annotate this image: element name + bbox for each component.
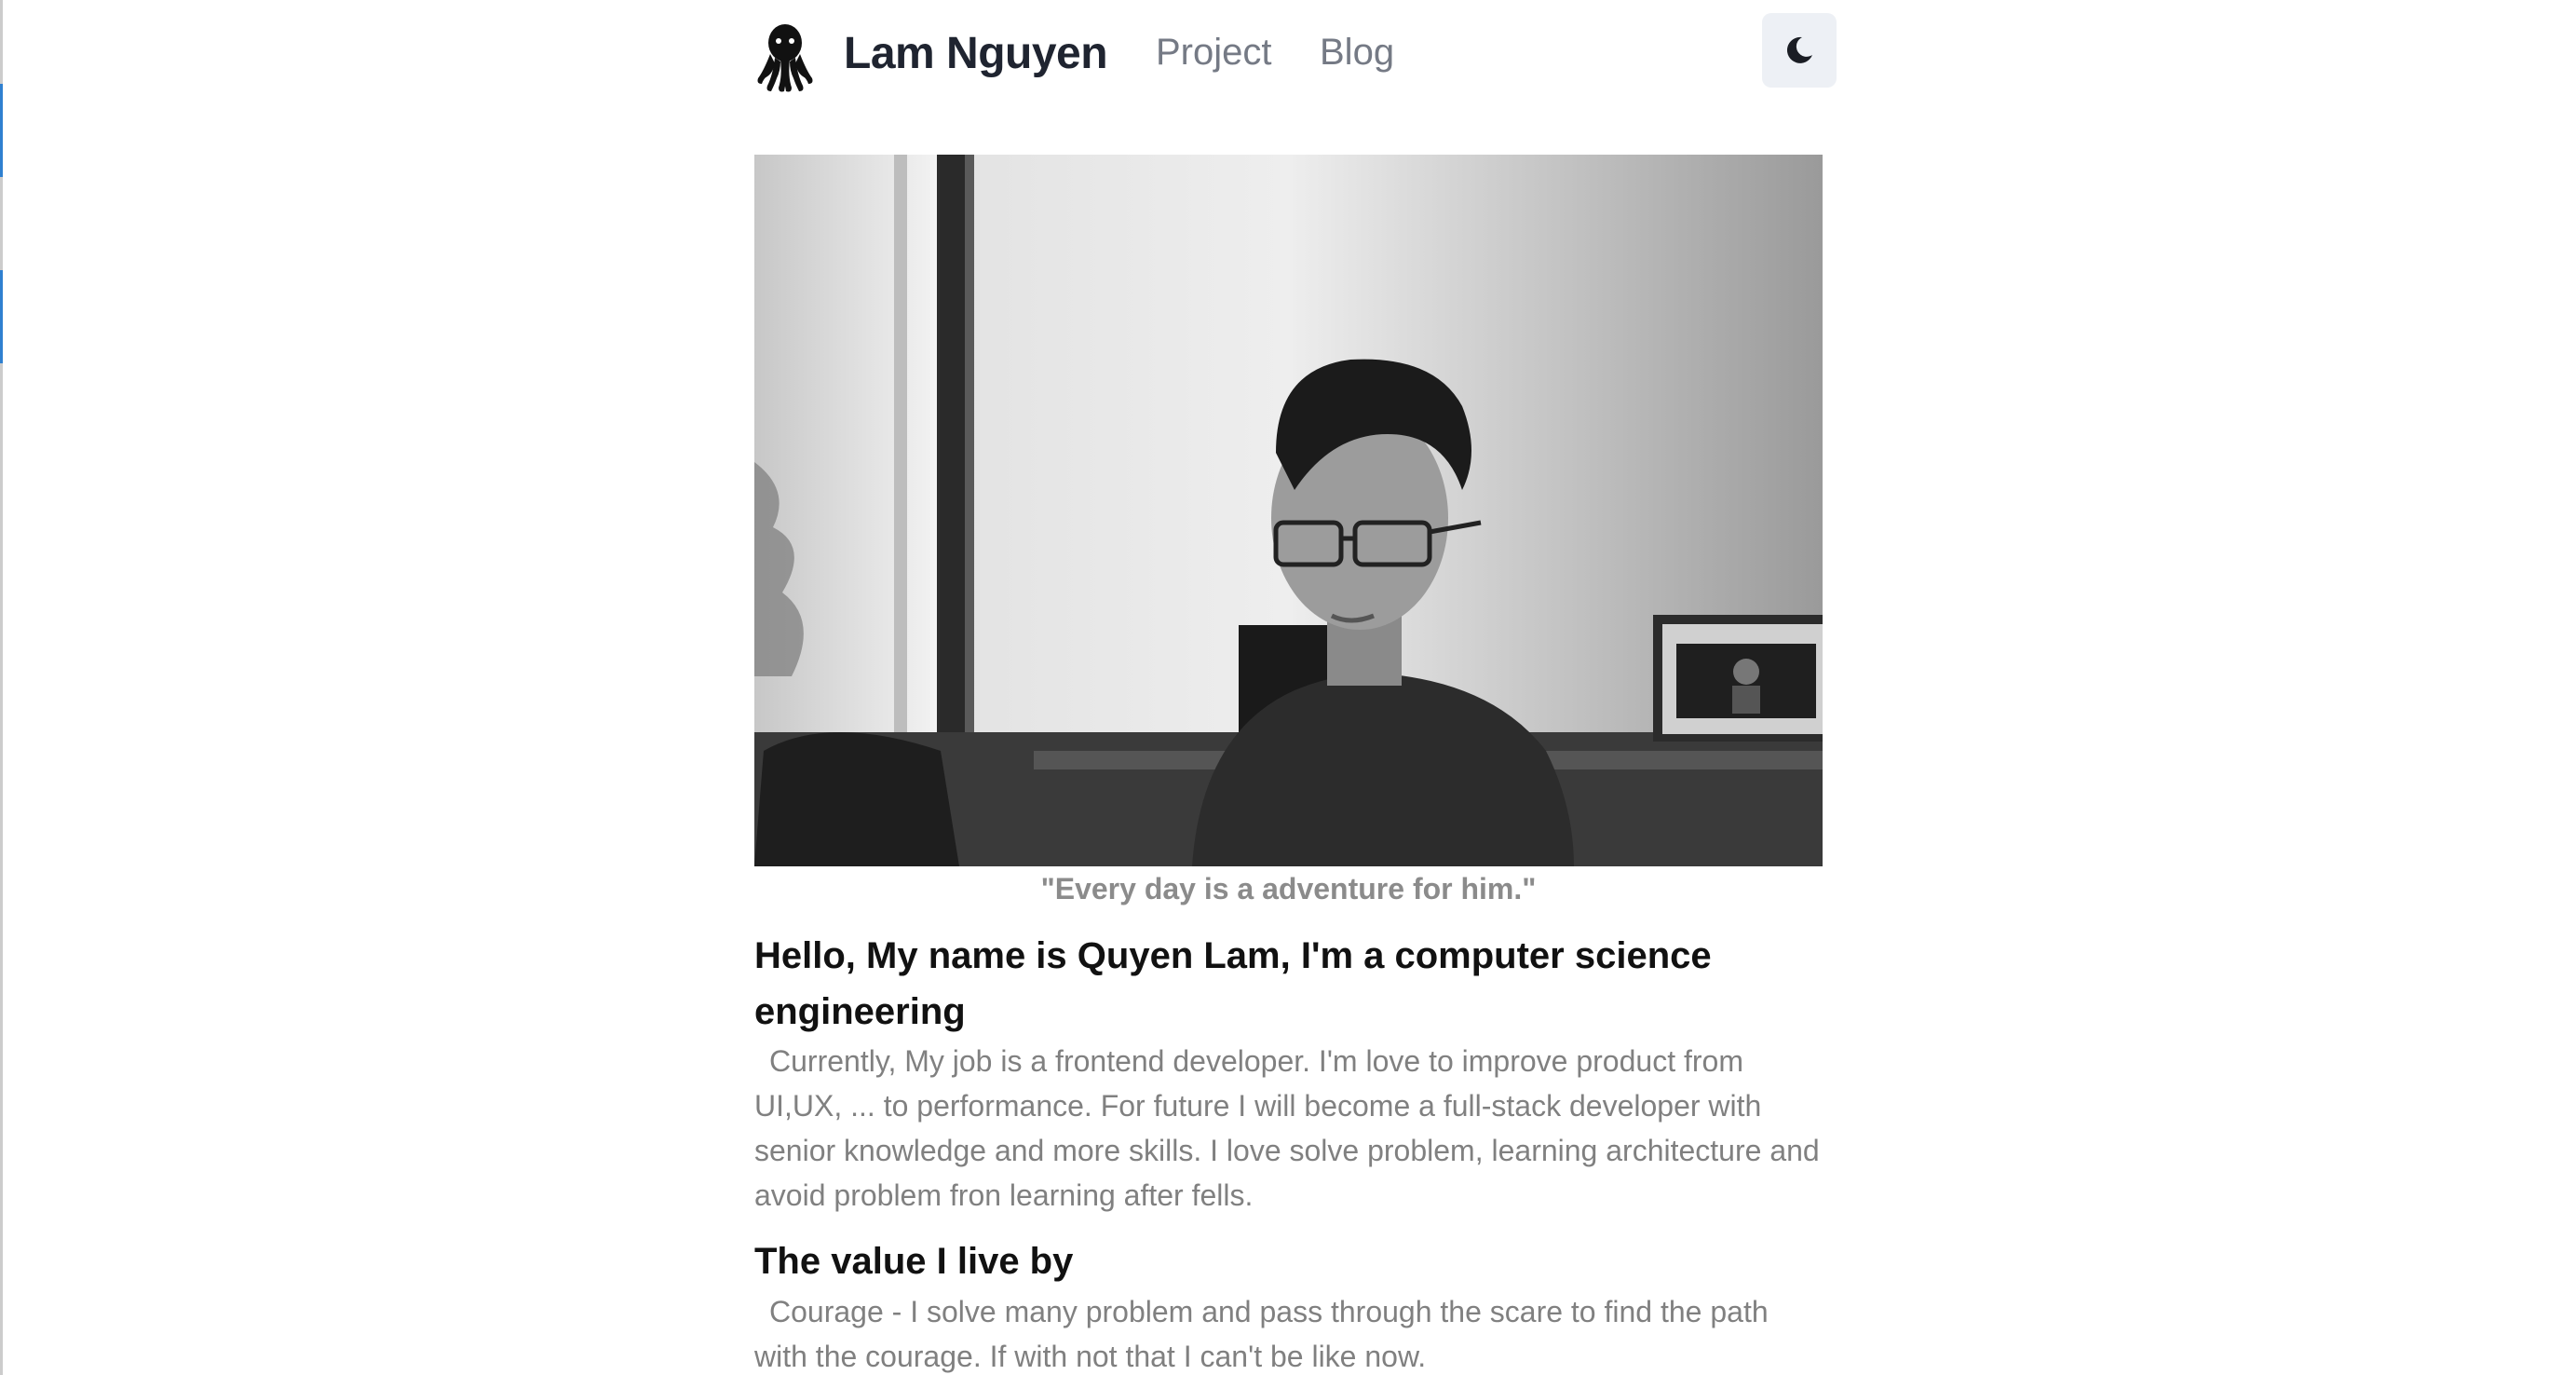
browser-left-edge (0, 0, 3, 1375)
site-header: Lam Nguyen Project Blog (754, 0, 1837, 121)
portrait-photo (754, 155, 1823, 866)
main-container: Lam Nguyen Project Blog "Every day is a … (754, 0, 1837, 1373)
moon-icon (1786, 36, 1812, 63)
photo-caption: "Every day is a adventure for him." (1040, 872, 1537, 905)
nav-link-blog[interactable]: Blog (1320, 32, 1394, 74)
values-text: Courage - I solve many problem and pass … (754, 1295, 1769, 1373)
nav-link-project[interactable]: Project (1156, 32, 1272, 74)
page: Lam Nguyen Project Blog "Every day is a … (0, 0, 2576, 1375)
theme-toggle-button[interactable] (1762, 13, 1837, 88)
octopus-icon[interactable] (754, 22, 816, 93)
edge-mark (0, 270, 3, 363)
brand-name[interactable]: Lam Nguyen (844, 28, 1108, 79)
about-heading: Hello, My name is Quyen Lam, I'm a compu… (754, 935, 1712, 1032)
about-text: Currently, My job is a frontend develope… (754, 1044, 1820, 1212)
values-heading: The value I live by (754, 1241, 1074, 1282)
edge-mark (0, 84, 3, 177)
